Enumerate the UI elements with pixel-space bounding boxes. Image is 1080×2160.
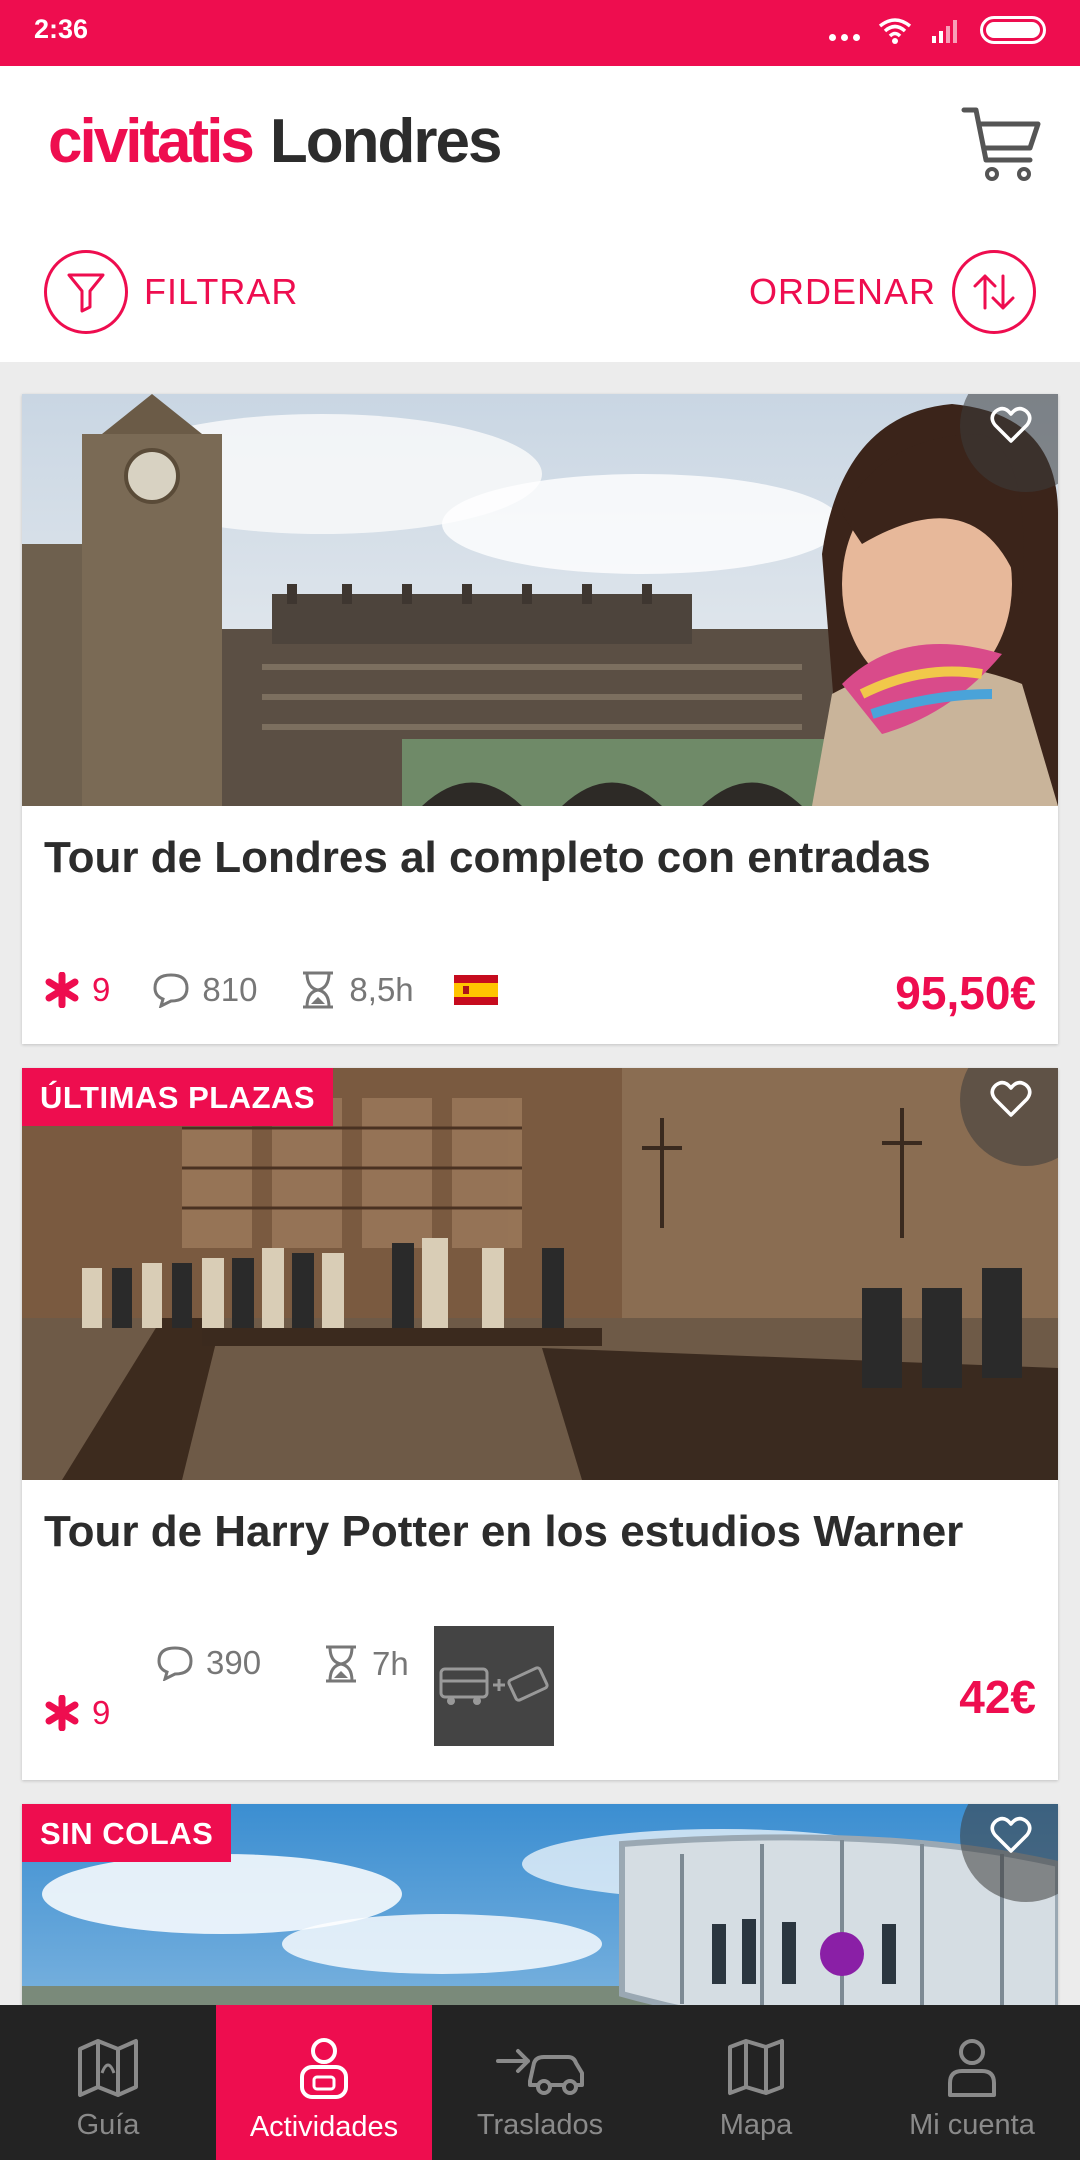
- tab-mapa[interactable]: Mapa: [648, 2005, 864, 2160]
- activity-title[interactable]: Tour de Londres al completo con entradas: [44, 830, 1036, 886]
- tab-guia[interactable]: Guía: [0, 2005, 216, 2160]
- activity-meta: 9 810 8,5h: [44, 970, 498, 1010]
- civitatis-logo[interactable]: civitatis: [48, 106, 255, 177]
- rating: 9: [44, 1694, 110, 1732]
- status-time: 2:36: [34, 14, 89, 44]
- bus-plus-ticket-icon: [434, 1626, 554, 1746]
- tab-label: Traslados: [476, 2109, 604, 2141]
- page-title: Londres: [269, 107, 503, 176]
- comment-icon: [153, 973, 189, 1008]
- app-header: civitatis Londres FILTRAR ORDENAR: [0, 66, 1080, 362]
- tab-label: Actividades: [249, 2111, 399, 2143]
- app-screen: 2:36 civitatis Londres FILTRAR ORDENAR T…: [0, 0, 1080, 2160]
- activity-title[interactable]: Tour de Harry Potter en los estudios War…: [44, 1504, 1036, 1560]
- reviews-count: 810: [202, 971, 258, 1008]
- tab-mi-cuenta[interactable]: Mi cuenta: [864, 2005, 1080, 2160]
- more-dots-icon: [829, 33, 860, 41]
- filter-label: FILTRAR: [144, 271, 299, 312]
- duration-value: 8,5h: [349, 971, 414, 1008]
- duration: 7h: [322, 1644, 409, 1684]
- heart-icon: [990, 1816, 1032, 1853]
- language: [453, 975, 498, 1005]
- rating: 9: [44, 971, 110, 1009]
- person-icon: [300, 2038, 348, 2099]
- status-bar: 2:36: [0, 0, 1080, 66]
- activity-meta: 9 390 7h: [44, 1626, 744, 1780]
- activity-price: 42€: [959, 1671, 1036, 1723]
- battery-icon: [980, 16, 1046, 44]
- map-book-icon: [78, 2039, 138, 2097]
- rating-asterisk-icon: [45, 1695, 79, 1731]
- rating-value: 9: [92, 1694, 111, 1731]
- hourglass-icon: [303, 971, 334, 1009]
- status-badge: SIN COLAS: [22, 1804, 232, 1862]
- activity-card[interactable]: ÚLTIMAS PLAZAS Tour de Harry Potter en l…: [22, 1068, 1058, 1780]
- reviews-count: 390: [206, 1644, 262, 1681]
- sort-button[interactable]: ORDENAR: [749, 250, 1036, 334]
- duration-value: 7h: [372, 1645, 409, 1682]
- activity-card[interactable]: Tour de Londres al completo con entradas…: [22, 394, 1058, 1044]
- sort-label: ORDENAR: [748, 271, 936, 312]
- tab-label: Mi cuenta: [909, 2109, 1035, 2141]
- status-icons: [829, 16, 1046, 44]
- car-transfer-icon: [496, 2049, 584, 2095]
- reviews: 390: [156, 1644, 261, 1682]
- signal-icon: [932, 20, 957, 43]
- tab-traslados[interactable]: Traslados: [432, 2005, 648, 2160]
- heart-icon: [990, 1080, 1032, 1117]
- cart-icon[interactable]: [960, 102, 1044, 186]
- rating-value: 9: [92, 971, 111, 1008]
- sort-icon: [952, 250, 1036, 334]
- tab-label: Mapa: [719, 2109, 793, 2141]
- activity-image-harry-potter[interactable]: ÚLTIMAS PLAZAS: [22, 1068, 1058, 1480]
- bottom-navigation: Guía Actividades Traslados Mapa Mi cuent…: [0, 2005, 1080, 2160]
- wifi-icon: [878, 18, 912, 44]
- comment-icon: [157, 1646, 193, 1681]
- spain-flag-icon: [453, 975, 498, 1005]
- brand: civitatis Londres: [48, 106, 503, 177]
- map-icon: [728, 2039, 784, 2095]
- tab-label: Guía: [76, 2109, 140, 2141]
- duration: 8,5h: [299, 970, 414, 1010]
- activity-price: 95,50€: [895, 967, 1036, 1019]
- heart-icon: [990, 406, 1032, 443]
- reviews: 810: [152, 971, 257, 1009]
- filter-icon: [44, 250, 128, 334]
- filter-sort-bar: FILTRAR ORDENAR: [0, 246, 1080, 342]
- status-badge: ÚLTIMAS PLAZAS: [22, 1068, 334, 1126]
- tab-actividades[interactable]: Actividades: [216, 2005, 432, 2160]
- hourglass-icon: [326, 1645, 356, 1683]
- filter-button[interactable]: FILTRAR: [44, 250, 298, 334]
- rating-asterisk-icon: [45, 972, 79, 1008]
- account-icon: [948, 2039, 996, 2097]
- activity-image-london[interactable]: [22, 394, 1058, 806]
